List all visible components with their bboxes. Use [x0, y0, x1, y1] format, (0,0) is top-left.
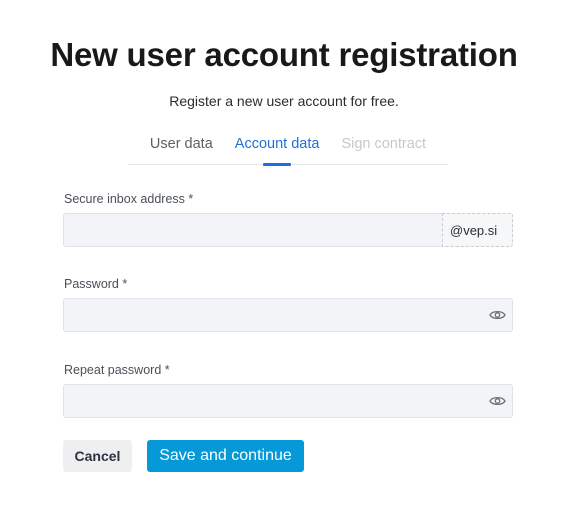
active-tab-indicator [263, 163, 292, 166]
page-subtitle: Register a new user account for free. [169, 93, 399, 109]
eye-icon[interactable] [489, 393, 506, 409]
step-tabs: User data Account data Sign contract [128, 136, 448, 166]
inbox-field-group: @vep.si [63, 213, 513, 247]
repeat-password-input[interactable] [63, 384, 513, 418]
cancel-button[interactable]: Cancel [63, 440, 132, 472]
password-field-group [63, 298, 513, 332]
inbox-input[interactable] [63, 213, 443, 247]
tab-label: Sign contract [341, 136, 427, 152]
page-title: New user account registration [50, 36, 518, 73]
registration-page: New user account registration Register a… [0, 0, 568, 508]
save-and-continue-button[interactable]: Save and continue [147, 440, 304, 472]
tab-label: Account data [234, 136, 320, 152]
password-label: Password * [64, 277, 128, 291]
repeat-password-label: Repeat password * [64, 363, 170, 377]
tab-sign-contract: Sign contract [330, 136, 437, 164]
tab-user-data[interactable]: User data [139, 136, 224, 164]
password-input[interactable] [63, 298, 513, 332]
repeat-password-field-group [63, 384, 513, 418]
tab-account-data[interactable]: Account data [224, 136, 331, 166]
inbox-label: Secure inbox address * [64, 192, 194, 206]
eye-icon[interactable] [489, 307, 506, 323]
inbox-domain-suffix: @vep.si [442, 213, 513, 247]
tab-label: User data [149, 136, 213, 152]
